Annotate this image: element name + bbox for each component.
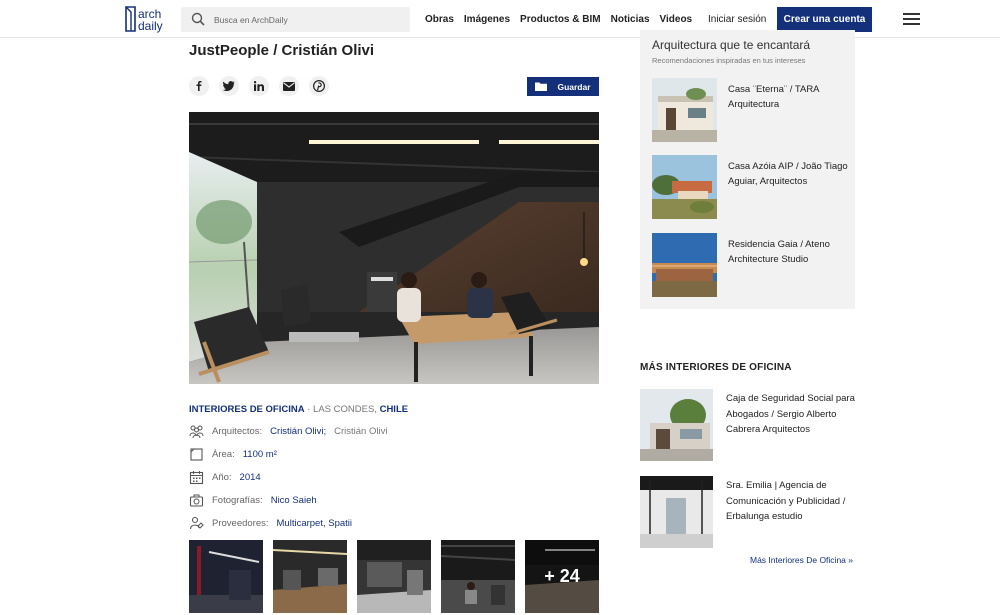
related-article-title[interactable]: Caja de Seguridad Social para Abogados /… <box>726 391 855 438</box>
more-office-interiors-link[interactable]: Más Interiores De Oficina » <box>750 555 853 565</box>
logo-text-daily: daily <box>138 19 163 33</box>
nav-item-imagenes[interactable]: Imágenes <box>464 14 510 25</box>
login-link[interactable]: Iniciar sesión <box>708 14 766 25</box>
architects-label: Arquitectos: <box>212 425 263 437</box>
architects-icon <box>189 425 204 438</box>
twitter-icon[interactable] <box>219 76 239 96</box>
year-value[interactable]: 2014 <box>240 472 261 483</box>
hamburger-menu-icon[interactable] <box>903 13 920 25</box>
area-value[interactable]: 1100 m² <box>243 449 277 460</box>
related-article-title[interactable]: Sra. Emilia | Agencia de Comunicación y … <box>726 478 855 525</box>
nav-item-videos[interactable]: Videos <box>660 14 693 25</box>
area-icon <box>190 447 203 461</box>
architects-extra: Cristián Olivi <box>334 425 388 437</box>
gallery-thumbnail[interactable] <box>273 540 347 613</box>
calendar-icon <box>189 470 204 484</box>
save-button[interactable]: Guardar <box>527 77 599 96</box>
suppliers-label: Proveedores: <box>212 517 269 529</box>
photographer-link[interactable]: Nico Saieh <box>271 495 317 506</box>
recommendation-title[interactable]: Residencia Gaia / Ateno Architecture Stu… <box>728 237 852 267</box>
linkedin-icon[interactable] <box>249 76 269 96</box>
recommendations-box: Arquitectura que te encantará Recomendac… <box>640 30 855 309</box>
recommendation-item[interactable]: Casa ¨Eterna¨ / TARA Arquitectura <box>652 78 852 142</box>
related-article-item[interactable]: Sra. Emilia | Agencia de Comunicación y … <box>640 476 855 548</box>
signup-button[interactable]: Crear una cuenta <box>777 7 872 32</box>
archdaily-logo[interactable]: arch daily <box>123 5 169 33</box>
gallery-thumbnail-more[interactable]: + 24 <box>525 540 599 613</box>
nav-item-productos-bim[interactable]: Productos & BIM <box>520 14 601 25</box>
related-article-item[interactable]: Caja de Seguridad Social para Abogados /… <box>640 389 855 461</box>
spec-architects: Arquitectos: Cristián Olivi; Cristián Ol… <box>189 423 387 439</box>
recommendation-item[interactable]: Casa Azóia AIP / João Tiago Aguiar, Arqu… <box>652 155 852 219</box>
nav-item-obras[interactable]: Obras <box>425 14 454 25</box>
folder-icon <box>535 82 548 91</box>
main-nav: Obras Imágenes Productos & BIM Noticias … <box>425 14 692 25</box>
spec-area: Área: 1100 m² <box>189 446 277 462</box>
gallery-thumbnail[interactable] <box>189 540 263 613</box>
related-article-thumbnail[interactable] <box>640 476 713 548</box>
facebook-icon[interactable] <box>189 76 209 96</box>
year-label: Año: <box>212 471 232 483</box>
area-label: Área: <box>212 448 235 460</box>
category-location-line: INTERIORES DE OFICINA · LAS CONDES, CHIL… <box>189 404 408 415</box>
architects-link[interactable]: Cristián Olivi; <box>270 426 326 437</box>
recommendation-title[interactable]: Casa Azóia AIP / João Tiago Aguiar, Arqu… <box>728 159 852 189</box>
search-box <box>181 7 410 32</box>
photos-label: Fotografías: <box>212 494 263 506</box>
nav-item-noticias[interactable]: Noticias <box>611 14 650 25</box>
search-icon <box>191 12 205 26</box>
logo-mark-icon <box>125 6 136 32</box>
suppliers-icon <box>189 516 204 529</box>
category-link[interactable]: INTERIORES DE OFICINA <box>189 404 305 415</box>
location-country-link[interactable]: CHILE <box>380 404 409 415</box>
recommendation-thumbnail[interactable] <box>652 155 717 219</box>
location-city: LAS CONDES, <box>313 404 380 415</box>
recommendation-item[interactable]: Residencia Gaia / Ateno Architecture Stu… <box>652 233 852 297</box>
save-button-label: Guardar <box>557 81 591 92</box>
social-share-bar <box>189 76 329 96</box>
spec-year: Año: 2014 <box>189 469 261 485</box>
hero-photo-office-interior[interactable] <box>189 112 599 384</box>
recommendation-thumbnail[interactable] <box>652 233 717 297</box>
recommendation-thumbnail[interactable] <box>652 78 717 142</box>
photo-gallery-strip: + 24 <box>189 540 599 613</box>
related-article-thumbnail[interactable] <box>640 389 713 461</box>
email-icon[interactable] <box>279 76 299 96</box>
more-photos-count: + 24 <box>525 540 599 613</box>
recommendations-subheading: Recomendaciones inspiradas en tus intere… <box>652 56 806 65</box>
recommendations-heading: Arquitectura que te encantará <box>652 38 811 52</box>
gallery-thumbnail[interactable] <box>441 540 515 613</box>
spec-photos: Fotografías: Nico Saieh <box>189 492 317 508</box>
search-input[interactable] <box>214 11 404 28</box>
page-title: JustPeople / Cristián Olivi <box>189 42 375 59</box>
spec-suppliers: Proveedores: Multicarpet, Spatii <box>189 515 352 531</box>
suppliers-links[interactable]: Multicarpet, Spatii <box>277 518 353 529</box>
pinterest-icon[interactable] <box>309 76 329 96</box>
recommendation-title[interactable]: Casa ¨Eterna¨ / TARA Arquitectura <box>728 82 852 112</box>
more-office-interiors-heading: MÁS INTERIORES DE OFICINA <box>640 362 792 373</box>
gallery-thumbnail[interactable] <box>357 540 431 613</box>
camera-icon <box>189 494 204 507</box>
separator-dot: · <box>304 404 314 415</box>
